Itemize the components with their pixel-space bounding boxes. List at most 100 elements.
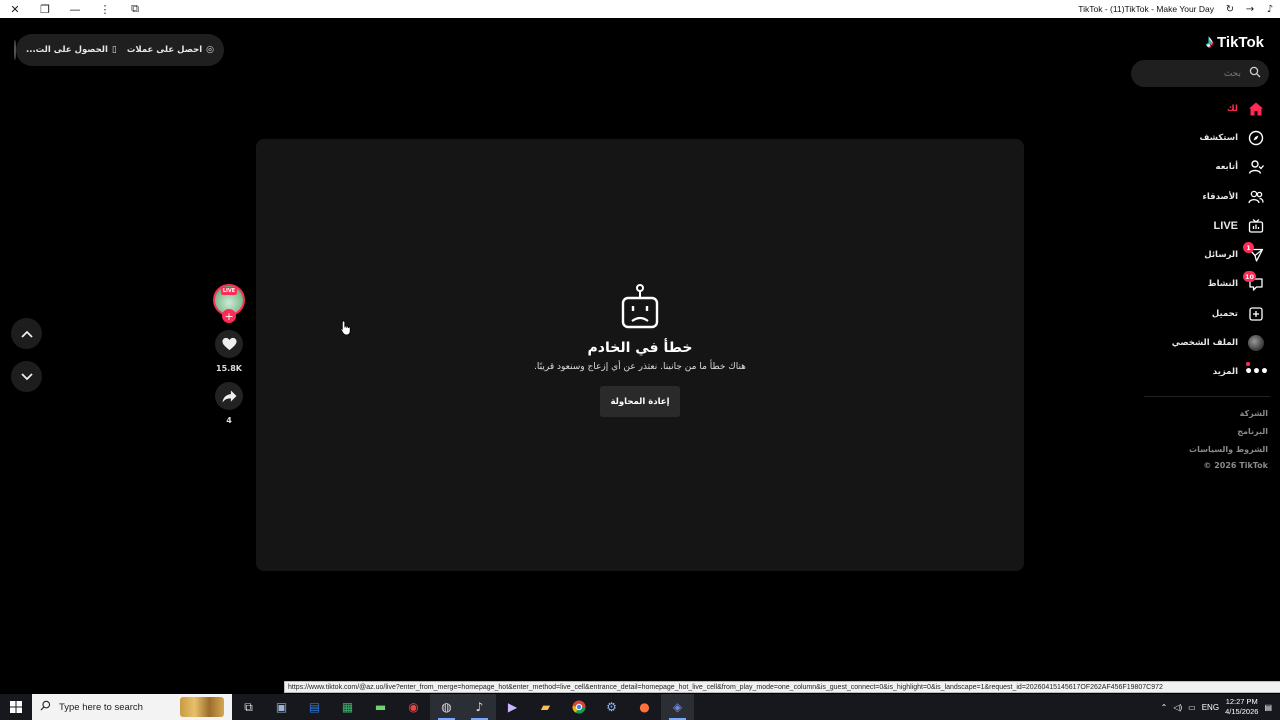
more-icon: •••: [1244, 362, 1269, 381]
nav-item-upload[interactable]: تحميل: [1126, 299, 1266, 328]
sidebar-divider: [1144, 396, 1270, 397]
search-highlight-image: [180, 697, 224, 717]
sidebar-footer: الشركة البرنامج الشروط والسياسات © 2026 …: [1189, 405, 1268, 473]
sad-robot-icon: [620, 284, 660, 334]
sidebar-nav: لك استكشف أتابعه الأصدقاء LIVE الرسائل 1: [1126, 94, 1269, 387]
chevron-up-icon: [20, 330, 33, 338]
chrome-icon[interactable]: [562, 694, 595, 720]
spreadsheet-icon[interactable]: ▦: [331, 694, 364, 720]
footer-link-terms[interactable]: الشروط والسياسات: [1189, 441, 1268, 459]
footer-link-program[interactable]: البرنامج: [1189, 423, 1268, 441]
nav-item-following[interactable]: أتابعه: [1126, 153, 1266, 182]
chevron-down-icon: [20, 372, 33, 380]
outlook-icon[interactable]: ▤: [298, 694, 331, 720]
retry-button[interactable]: إعادة المحاولة: [600, 386, 680, 417]
notification-icon[interactable]: ▤: [1264, 703, 1272, 712]
next-video-button[interactable]: [11, 361, 42, 392]
nav-label: الأصدقاء: [1202, 191, 1238, 202]
nav-item-live[interactable]: LIVE: [1126, 211, 1266, 240]
share-button[interactable]: [215, 382, 243, 410]
reload-icon[interactable]: ↻: [1220, 0, 1240, 18]
search-bar[interactable]: [1131, 60, 1269, 87]
terminal-icon[interactable]: ▬: [364, 694, 397, 720]
discord-icon[interactable]: ◈: [661, 694, 694, 720]
heart-icon: [221, 337, 237, 351]
media-player-icon[interactable]: ▶: [496, 694, 529, 720]
tiktok-logo[interactable]: ♪ TikTok: [1206, 30, 1264, 54]
nav-label: المزيد: [1212, 367, 1238, 378]
nav-item-explore[interactable]: استكشف: [1126, 123, 1266, 152]
live-badge: LIVE: [221, 287, 237, 295]
nav-label: الرسائل: [1204, 250, 1238, 261]
menu-dots-icon[interactable]: ⋮: [90, 0, 120, 18]
language-indicator[interactable]: ENG: [1202, 703, 1219, 712]
compass-icon: [1246, 128, 1266, 148]
nav-label: LIVE: [1213, 219, 1238, 232]
tiktok-note-icon: ♪: [1205, 32, 1215, 51]
file-explorer-icon[interactable]: ▰: [529, 694, 562, 720]
messages-icon: 1: [1243, 242, 1266, 265]
close-icon[interactable]: ✕: [0, 0, 30, 18]
error-title: خطأ في الخادم: [587, 340, 693, 356]
nav-item-activity[interactable]: النشاط 10: [1126, 270, 1266, 299]
footer-link-company[interactable]: الشركة: [1189, 405, 1268, 423]
nav-item-friends[interactable]: الأصدقاء: [1126, 182, 1266, 211]
nav-label: الملف الشخصي: [1171, 338, 1238, 349]
tiktok-small-icon: ♪: [1266, 3, 1274, 15]
error-description: هناك خطأ ما من جانبنا. نعتذر عن أي إزعاج…: [534, 362, 746, 372]
nav-label: تحميل: [1211, 308, 1238, 319]
nav-label: لك: [1226, 103, 1238, 114]
share-count: 4: [226, 416, 232, 425]
logo-text: TikTok: [1217, 33, 1264, 51]
footer-copyright: © 2026 TikTok: [1203, 461, 1268, 470]
clock-time: 12:27 PM: [1225, 697, 1258, 706]
nav-item-profile[interactable]: الملف الشخصي: [1126, 328, 1266, 357]
nav-label: النشاط: [1207, 279, 1238, 290]
windows-start-icon[interactable]: [0, 694, 32, 720]
window-titlebar: ✕ ❐ — ⋮ ⧉ TikTok - (11)TikTok - Make You…: [0, 0, 1280, 18]
window-title: TikTok - (11)TikTok - Make Your Day: [1078, 4, 1214, 14]
search-icon: [40, 700, 51, 714]
like-button[interactable]: [215, 330, 243, 358]
app-icon-active[interactable]: ◍: [430, 694, 463, 720]
tiktok-taskbar-icon[interactable]: ♪: [463, 694, 496, 720]
server-error: خطأ في الخادم هناك خطأ ما من جانبنا. نعت…: [256, 284, 1024, 417]
volume-icon[interactable]: ◁): [1173, 703, 1182, 712]
firefox-icon[interactable]: ●: [628, 694, 661, 720]
restore-icon[interactable]: ❐: [30, 0, 60, 18]
windows-taskbar: Type here to search ⧉ ▣ ▤ ▦ ▬ ◉ ◍ ♪ ▶ ▰ …: [0, 694, 1280, 720]
activity-icon: 10: [1243, 271, 1266, 294]
forward-icon[interactable]: →: [1240, 0, 1260, 18]
coin-icon: ◎: [206, 45, 214, 55]
home-icon: [1246, 99, 1266, 119]
search-input[interactable]: [1143, 67, 1243, 80]
user-avatar[interactable]: [13, 40, 16, 60]
app-icon-red[interactable]: ◉: [397, 694, 430, 720]
upload-icon: [1246, 304, 1266, 324]
steam-icon[interactable]: ⚙: [595, 694, 628, 720]
app-icon-1[interactable]: ▣: [265, 694, 298, 720]
share-icon: [222, 389, 236, 403]
taskbar-search[interactable]: Type here to search: [32, 694, 232, 720]
extension-icon[interactable]: ⧉: [120, 0, 150, 18]
profile-avatar: [1246, 333, 1266, 353]
hand-cursor-icon: [340, 320, 351, 336]
friends-icon: [1246, 187, 1266, 207]
previous-video-button[interactable]: [11, 318, 42, 349]
nav-item-messages[interactable]: الرسائل 1: [1126, 240, 1266, 269]
task-view-icon[interactable]: ⧉: [232, 694, 265, 720]
clock[interactable]: 12:27 PM 4/15/2026: [1225, 697, 1258, 717]
minimize-icon[interactable]: —: [60, 0, 90, 18]
network-icon[interactable]: ▭: [1188, 703, 1196, 712]
nav-item-more[interactable]: المزيد •••: [1126, 358, 1269, 387]
chevron-up-icon[interactable]: ⌃: [1161, 703, 1168, 712]
phone-icon: ▯: [111, 45, 117, 55]
taskbar-search-placeholder: Type here to search: [59, 701, 143, 713]
search-icon[interactable]: [1249, 66, 1261, 81]
nav-label: استكشف: [1199, 132, 1238, 143]
follow-button[interactable]: +: [222, 309, 236, 323]
get-app-button[interactable]: ▯ الحصول على الت...: [26, 45, 117, 55]
following-icon: [1246, 157, 1266, 177]
nav-item-for-you[interactable]: لك: [1126, 94, 1266, 123]
get-coins-button[interactable]: ◎ احصل على عملات: [127, 45, 214, 55]
